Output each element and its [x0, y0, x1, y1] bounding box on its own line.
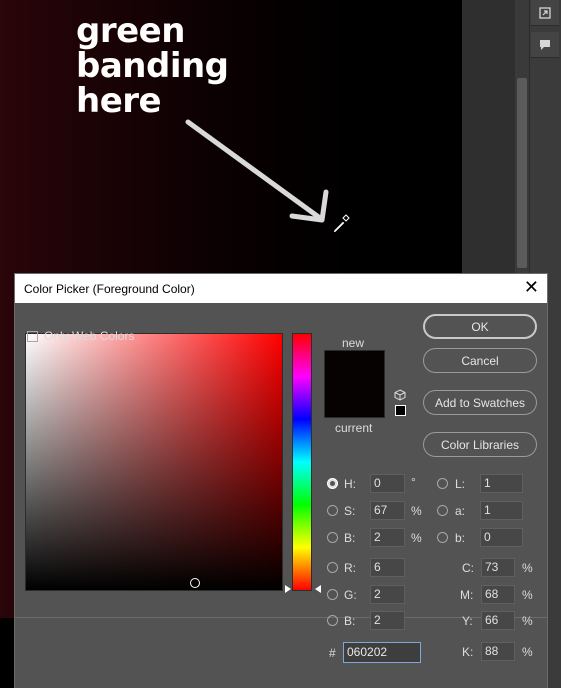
lightness-radio[interactable]: [437, 478, 448, 489]
green-input[interactable]: 2: [370, 585, 405, 604]
black-label: K:: [462, 645, 474, 659]
annotation-line-1: green: [76, 11, 185, 51]
yellow-input[interactable]: 66: [481, 611, 515, 630]
new-label: new: [342, 336, 365, 350]
percent-unit: %: [522, 645, 533, 659]
red-radio[interactable]: [327, 562, 338, 573]
yellow-label: Y:: [462, 614, 473, 628]
color-picker-dialog-lower: Only Web Colors B: 2 Y: 66 % # 060202 K:…: [14, 329, 548, 688]
color-field-selector[interactable]: [190, 578, 200, 588]
red-label: R:: [344, 561, 356, 575]
annotation-text: green banding here: [76, 14, 229, 119]
arrow-icon: [185, 119, 329, 223]
hue-label: H:: [344, 477, 356, 491]
eyedropper-icon: [332, 214, 350, 234]
hue-slider[interactable]: [292, 333, 312, 591]
black-input[interactable]: 88: [481, 642, 515, 661]
blue-radio[interactable]: [327, 615, 338, 626]
lightness-label: L:: [455, 477, 466, 491]
percent-unit: %: [522, 561, 533, 575]
new-color-swatch: [324, 350, 385, 384]
cancel-button[interactable]: Cancel: [423, 348, 537, 373]
current-color-swatch[interactable]: [324, 384, 385, 418]
dialog-title: Color Picker (Foreground Color): [24, 282, 195, 296]
brightness-input[interactable]: 2: [370, 528, 405, 547]
b-channel-label: b:: [455, 531, 466, 545]
blue-label: B:: [344, 614, 356, 628]
annotation-line-2: banding: [76, 46, 229, 86]
color-picker-dialog: Color Picker (Foreground Color) ✕ new cu…: [14, 273, 548, 618]
saturation-label: S:: [344, 504, 356, 518]
hex-label: #: [329, 646, 336, 660]
percent-unit: %: [522, 588, 533, 602]
b-channel-input[interactable]: 0: [480, 528, 523, 547]
current-label: current: [335, 421, 373, 435]
magenta-input[interactable]: 68: [481, 585, 515, 604]
percent-unit: %: [411, 504, 422, 518]
add-to-swatches-button[interactable]: Add to Swatches: [423, 390, 537, 415]
blue-input[interactable]: 2: [370, 611, 405, 630]
a-channel-radio[interactable]: [437, 505, 448, 516]
dialog-titlebar[interactable]: Color Picker (Foreground Color) ✕: [15, 274, 547, 303]
only-web-colors-label: Only Web Colors: [44, 329, 135, 343]
hue-slider-right-handle[interactable]: [315, 585, 321, 593]
brightness-radio[interactable]: [327, 532, 338, 543]
degree-unit: °: [411, 475, 416, 489]
hue-slider-left-handle[interactable]: [285, 585, 291, 593]
saturation-input[interactable]: 67: [370, 501, 405, 520]
comment-icon[interactable]: [531, 32, 559, 58]
only-web-colors-checkbox[interactable]: [27, 331, 38, 342]
brightness-label: B:: [344, 531, 356, 545]
color-libraries-button[interactable]: Color Libraries: [423, 432, 537, 457]
hue-input[interactable]: 0: [370, 474, 405, 493]
close-icon[interactable]: ✕: [524, 277, 539, 297]
web-safe-swatch-icon[interactable]: [395, 405, 406, 416]
expand-icon[interactable]: [531, 0, 559, 26]
saturation-radio[interactable]: [327, 505, 338, 516]
percent-unit: %: [522, 614, 533, 628]
percent-unit: %: [411, 531, 422, 545]
color-field[interactable]: [25, 333, 283, 591]
ok-button[interactable]: OK: [423, 314, 537, 339]
green-label: G:: [344, 588, 357, 602]
b-channel-radio[interactable]: [437, 532, 448, 543]
green-radio[interactable]: [327, 589, 338, 600]
a-channel-input[interactable]: 1: [480, 501, 523, 520]
magenta-label: M:: [460, 588, 474, 602]
lightness-input[interactable]: 1: [480, 474, 523, 493]
a-channel-label: a:: [455, 504, 466, 518]
cyan-label: C:: [462, 561, 474, 575]
out-of-gamut-cube-icon[interactable]: [394, 389, 406, 401]
cyan-input[interactable]: 73: [481, 558, 515, 577]
hex-input[interactable]: 060202: [343, 642, 421, 663]
scrollbar-thumb[interactable]: [517, 78, 527, 268]
hue-radio[interactable]: [327, 478, 338, 489]
red-input[interactable]: 6: [370, 558, 405, 577]
